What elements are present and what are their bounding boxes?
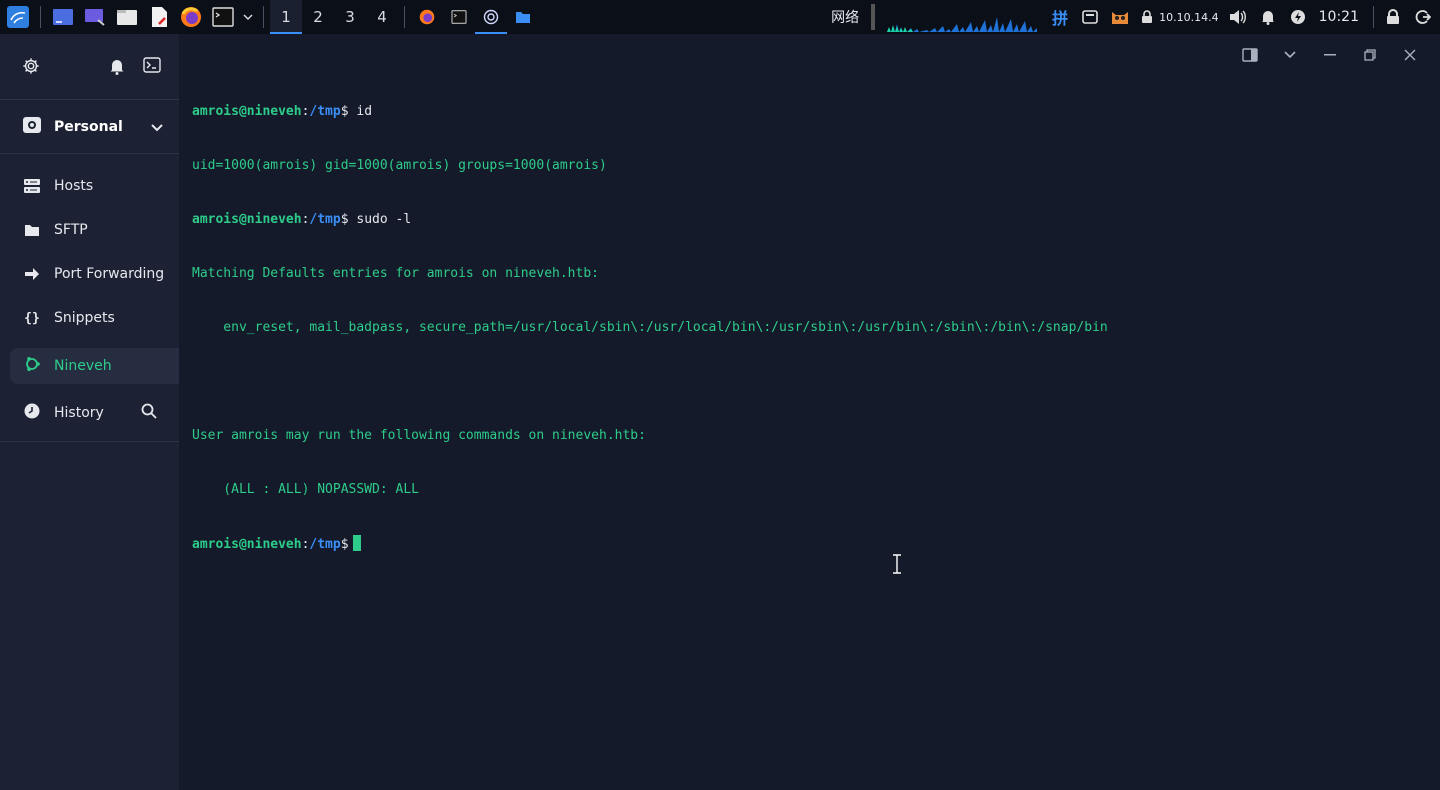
terminal-output-line: env_reset, mail_badpass, secure_path=/us… [192, 320, 1108, 335]
taskbar-separator [1373, 6, 1374, 28]
sidebar-item-label: SFTP [54, 222, 88, 238]
vault-selector[interactable]: Personal [0, 100, 179, 154]
workspace-4[interactable]: 4 [366, 0, 398, 34]
terminal-line: amrois@nineveh:/tmp$ id [192, 104, 373, 119]
sidebar: Personal Hosts SFTP Port Forwarding {} S… [0, 34, 179, 790]
prompt-path: /tmp [309, 212, 341, 227]
termius-window-icon[interactable] [475, 0, 507, 34]
close-icon[interactable] [1390, 40, 1430, 70]
logout-icon[interactable] [1412, 6, 1434, 28]
terminal-launcher-icon[interactable] [209, 3, 237, 31]
vpn-lock-icon[interactable] [1139, 6, 1155, 28]
active-session-nineveh[interactable]: Nineveh [10, 348, 179, 384]
window-controls [1230, 40, 1430, 70]
prompt-path: /tmp [309, 104, 341, 119]
command-text: id [356, 104, 373, 119]
kali-menu-icon[interactable] [4, 3, 32, 31]
sidebar-item-label: Snippets [54, 310, 115, 326]
terminal-output-line: uid=1000(amrois) gid=1000(amrois) groups… [192, 158, 607, 173]
prompt-user: amrois@nineveh [192, 212, 302, 227]
clock[interactable]: 10:21 [1319, 9, 1359, 25]
firefox-icon[interactable] [177, 3, 205, 31]
vault-icon [22, 116, 42, 138]
sidebar-item-sftp[interactable]: SFTP [0, 208, 179, 252]
ubuntu-icon [24, 356, 40, 376]
file-manager-icon[interactable] [113, 3, 141, 31]
split-view-icon[interactable] [1230, 40, 1270, 70]
terminal-output-line: Matching Defaults entries for amrois on … [192, 266, 599, 281]
sidebar-item-label: Port Forwarding [54, 266, 165, 282]
taskbar-separator [40, 6, 41, 28]
workspace-switcher-icon[interactable] [81, 3, 109, 31]
minimize-icon[interactable] [1310, 40, 1350, 70]
chevron-down-icon[interactable] [151, 117, 163, 136]
taskbar-separator [263, 6, 264, 28]
terminal-output-line: User amrois may run the following comman… [192, 428, 646, 443]
lock-screen-icon[interactable] [1382, 6, 1404, 28]
workspace-3[interactable]: 3 [334, 0, 366, 34]
terminal-output-line: (ALL : ALL) NOPASSWD: ALL [192, 482, 419, 497]
terminal-cursor [352, 535, 361, 551]
clock-icon [24, 403, 40, 423]
cat-avatar-icon[interactable] [1109, 6, 1131, 28]
forward-icon [24, 266, 40, 282]
input-method-icon[interactable]: 拼 [1049, 6, 1071, 28]
network-divider [871, 4, 876, 30]
workspace-2[interactable]: 2 [302, 0, 334, 34]
vault-label: Personal [54, 118, 123, 135]
prompt-path: /tmp [309, 537, 341, 552]
vpn-ip-address[interactable]: 10.10.14.4 [1159, 11, 1218, 24]
folder-icon [24, 222, 40, 238]
taskbar: 1 2 3 4 网络 拼 10.10.14.4 10:21 [0, 0, 1440, 34]
prompt-user: amrois@nineveh [192, 104, 302, 119]
mouse-ibeam-cursor [892, 554, 902, 578]
taskbar-separator [404, 6, 405, 28]
power-manager-icon[interactable] [1287, 6, 1309, 28]
terminal-output[interactable]: amrois@nineveh:/tmp$ id uid=1000(amrois)… [192, 67, 1108, 589]
search-icon[interactable] [141, 403, 157, 423]
sidebar-item-port-forwarding[interactable]: Port Forwarding [0, 252, 179, 296]
terminal-window-icon[interactable] [443, 0, 475, 34]
system-tray: 网络 拼 10.10.14.4 10:21 [823, 0, 1440, 34]
prompt-user: amrois@nineveh [192, 537, 302, 552]
terminal-line: amrois@nineveh:/tmp$ sudo -l [192, 212, 412, 227]
restore-icon[interactable] [1350, 40, 1390, 70]
new-terminal-icon[interactable] [143, 56, 163, 77]
folder-window-icon[interactable] [507, 0, 539, 34]
notifications-icon[interactable] [109, 57, 129, 77]
screenshot-icon[interactable] [1079, 6, 1101, 28]
network-label[interactable]: 网络 [831, 7, 859, 27]
network-traffic-graph [887, 2, 1038, 32]
sidebar-item-snippets[interactable]: {} Snippets [0, 296, 179, 340]
volume-icon[interactable] [1227, 6, 1249, 28]
settings-gear-icon[interactable] [22, 57, 42, 77]
launcher-menu-chevron-icon[interactable] [241, 3, 255, 31]
braces-icon: {} [24, 310, 40, 326]
sidebar-nav: Hosts SFTP Port Forwarding {} Snippets [0, 154, 179, 340]
sidebar-item-hosts[interactable]: Hosts [0, 164, 179, 208]
firefox-window-icon[interactable] [411, 0, 443, 34]
workspace-1[interactable]: 1 [270, 0, 302, 34]
text-editor-icon[interactable] [145, 3, 173, 31]
chevron-down-icon[interactable] [1270, 40, 1310, 70]
sidebar-toolbar [0, 34, 179, 100]
sidebar-item-history[interactable]: History [0, 384, 179, 442]
terminal-line: amrois@nineveh:/tmp$ [192, 535, 1108, 553]
session-label: Nineveh [54, 358, 112, 374]
notifications-bell-icon[interactable] [1257, 6, 1279, 28]
command-text: sudo -l [356, 212, 412, 227]
history-label: History [54, 404, 104, 421]
terminal-pane[interactable]: amrois@nineveh:/tmp$ id uid=1000(amrois)… [179, 34, 1440, 790]
hosts-icon [24, 178, 40, 194]
show-desktop-icon[interactable] [49, 3, 77, 31]
sidebar-item-label: Hosts [54, 178, 94, 194]
